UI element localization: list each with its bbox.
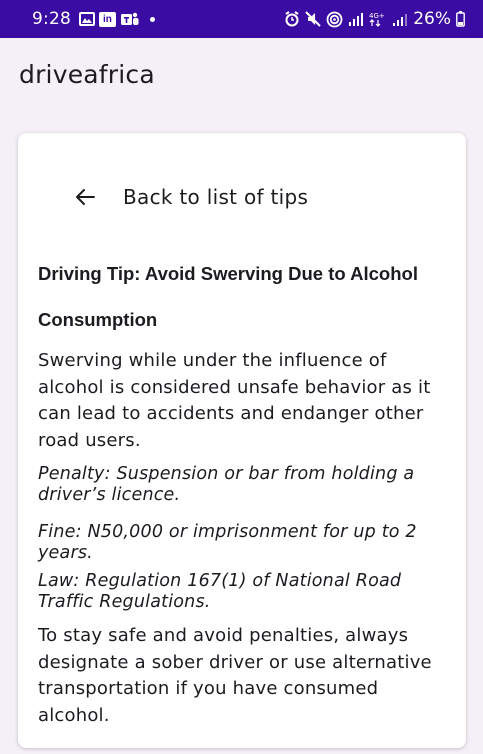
- battery-icon: [456, 11, 465, 27]
- tip-detail-card: Back to list of tips Driving Tip: Avoid …: [18, 133, 466, 748]
- status-notification-icons: in: [78, 11, 155, 27]
- battery-percent: 26%: [413, 9, 451, 29]
- linkedin-icon: in: [98, 11, 116, 27]
- tip-fine: Fine: N50,000 or imprisonment for up to …: [38, 522, 417, 563]
- status-time: 9:28: [32, 9, 71, 29]
- tip-description: Swerving while under the influence of al…: [38, 350, 431, 451]
- back-to-list-button[interactable]: Back to list of tips: [74, 185, 308, 209]
- notification-dot-icon: [149, 16, 155, 22]
- mute-icon: [305, 11, 321, 27]
- 4g-signal-icon: 4G+: [369, 11, 387, 27]
- status-system-icons: 4G+ 26%: [284, 9, 465, 29]
- back-arrow-icon: [76, 189, 95, 205]
- app-title: driveafrica: [19, 60, 155, 89]
- teams-icon: [120, 11, 140, 27]
- tip-title: Driving Tip: Avoid Swerving Due to Alcoh…: [38, 263, 418, 330]
- tip-penalty: Penalty: Suspension or bar from holding …: [38, 464, 415, 505]
- wifi-signal-icon: [348, 11, 364, 27]
- back-to-list-label: Back to list of tips: [123, 185, 309, 209]
- gallery-icon: [78, 12, 95, 26]
- signal-icon: [392, 11, 408, 27]
- tip-advice: To stay safe and avoid penalties, always…: [38, 625, 432, 726]
- tip-law: Law: Regulation 167(1) of National Road …: [38, 571, 402, 612]
- svg-text:4G+: 4G+: [369, 12, 385, 20]
- alarm-icon: [284, 11, 300, 27]
- status-bar: 9:28 in 4G+ 26%: [0, 0, 483, 38]
- hotspot-icon: [326, 11, 343, 28]
